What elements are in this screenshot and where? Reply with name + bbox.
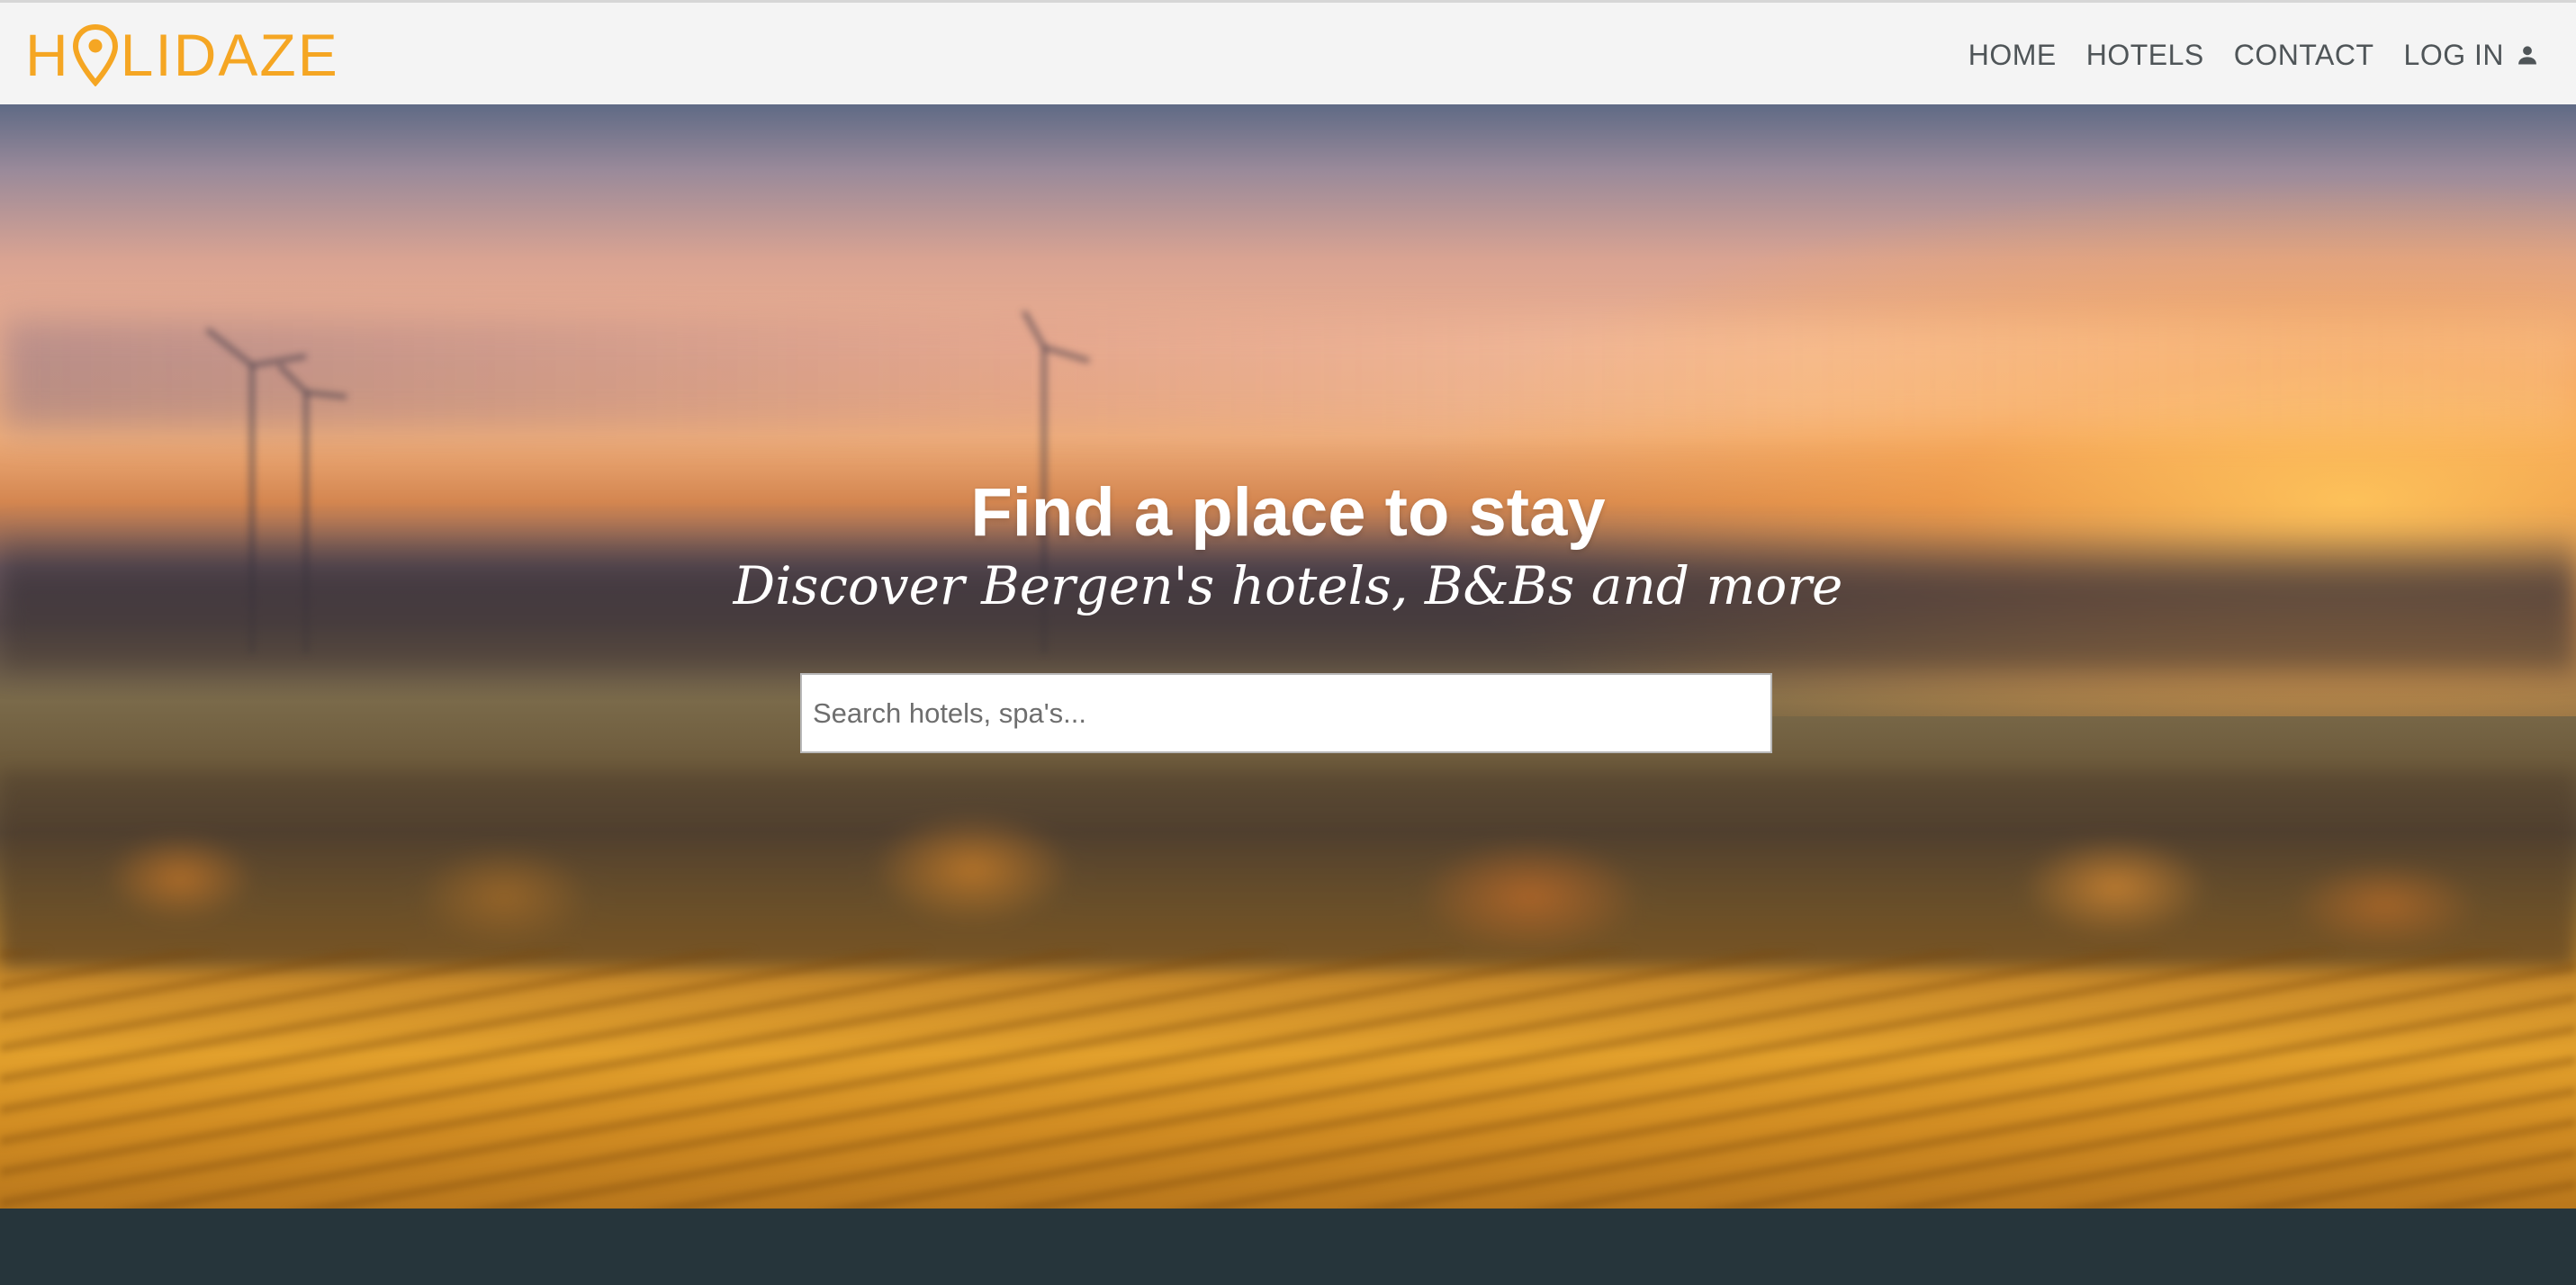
logo-text-prefix: H bbox=[25, 22, 70, 88]
nav-login-label: LOG IN bbox=[2403, 38, 2504, 71]
autumn-treeline bbox=[0, 770, 2576, 968]
holidaze-logo[interactable]: H LIDAZE bbox=[25, 19, 339, 91]
nav-contact-label: CONTACT bbox=[2233, 38, 2374, 71]
nav-hotels[interactable]: HOTELS bbox=[2086, 39, 2204, 72]
footer-band bbox=[0, 1209, 2576, 1285]
nav-contact[interactable]: CONTACT bbox=[2234, 39, 2374, 72]
hero-subtitle: Discover Bergen's hotels, B&Bs and more bbox=[733, 554, 1843, 616]
hero-title: Find a place to stay bbox=[970, 474, 1606, 551]
map-pin-icon bbox=[72, 23, 118, 86]
nav-home[interactable]: HOME bbox=[1968, 39, 2057, 72]
vineyard-rows bbox=[0, 950, 2576, 1209]
user-icon bbox=[2518, 46, 2536, 65]
nav-hotels-label: HOTELS bbox=[2085, 38, 2204, 71]
nav-home-label: HOME bbox=[1968, 38, 2057, 71]
logo-text-suffix: LIDAZE bbox=[120, 22, 339, 88]
top-navbar: H LIDAZE HOME HOTELS CONTACT LOG IN bbox=[0, 0, 2576, 104]
hero-banner: Find a place to stay Discover Bergen's h… bbox=[0, 104, 2576, 1209]
hero-content: Find a place to stay Discover Bergen's h… bbox=[0, 475, 2576, 615]
main-nav: HOME HOTELS CONTACT LOG IN bbox=[1968, 3, 2540, 107]
nav-login[interactable]: LOG IN bbox=[2404, 39, 2540, 72]
hotel-search-input[interactable] bbox=[800, 673, 1772, 753]
